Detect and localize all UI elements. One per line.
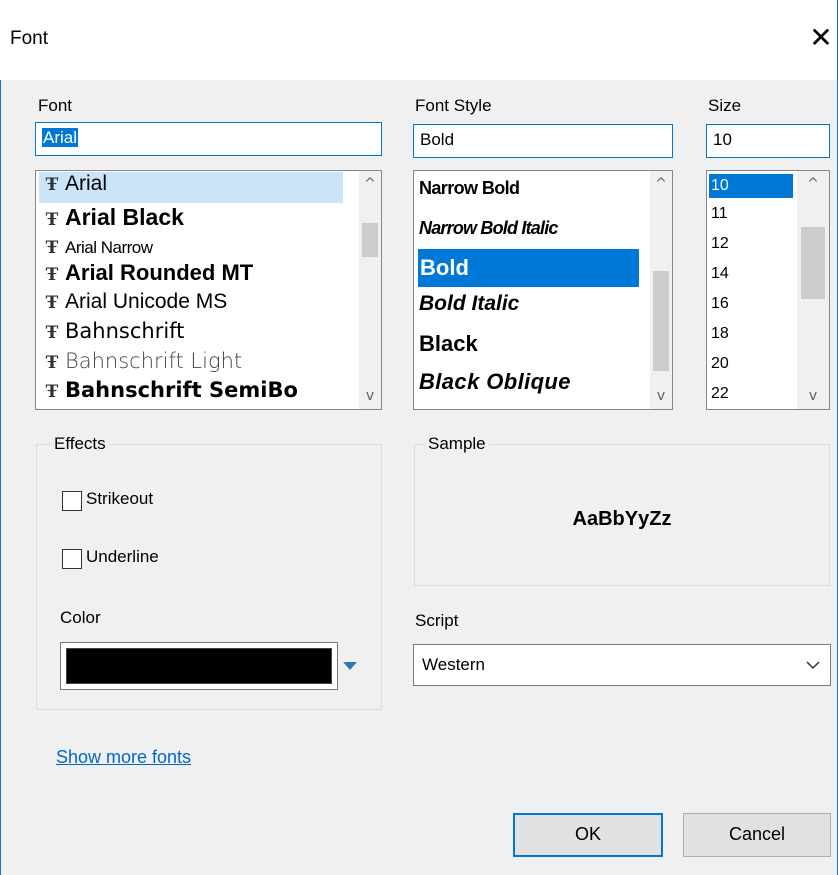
list-item[interactable]: Black	[419, 331, 478, 357]
close-icon[interactable]: ✕	[806, 20, 836, 56]
show-more-fonts-link[interactable]: Show more fonts	[56, 747, 191, 768]
list-item[interactable]: 22	[711, 385, 729, 403]
list-item[interactable]: Ŧ Arial Unicode MS	[39, 290, 228, 314]
font-type-icon: Ŧ	[45, 238, 59, 258]
window-border	[0, 80, 1, 875]
list-item[interactable]: 11	[711, 205, 728, 223]
list-item[interactable]: Ŧ Bahnschrift SemiBo	[39, 378, 298, 402]
size-label: Size	[708, 96, 742, 115]
script-select[interactable]: Western	[413, 644, 831, 686]
font-type-icon: Ŧ	[45, 265, 59, 285]
sample-label: Sample	[425, 434, 489, 454]
list-item[interactable]: 18	[711, 325, 729, 343]
scroll-thumb[interactable]	[653, 271, 669, 371]
chevron-up-icon[interactable]: ^	[650, 173, 672, 195]
chevron-up-icon[interactable]: ^	[359, 173, 381, 195]
scroll-thumb[interactable]	[362, 223, 378, 257]
font-type-icon: Ŧ	[45, 353, 59, 373]
list-item[interactable]: 16	[711, 295, 729, 313]
ok-button[interactable]: OK	[513, 813, 663, 857]
title-bar	[0, 0, 838, 80]
underline-label[interactable]: Underline	[86, 547, 159, 567]
chevron-down-icon[interactable]: v	[650, 385, 672, 407]
dropdown-arrow-icon	[343, 662, 357, 670]
list-item[interactable]: Ŧ Arial Black	[39, 204, 184, 231]
list-item[interactable]: Bold Italic	[419, 292, 519, 316]
sample-text: AaBbYyZz	[572, 508, 672, 530]
list-item[interactable]: Ŧ Arial Rounded MT	[39, 260, 254, 286]
font-list[interactable]: Ŧ Arial Ŧ Arial Black Ŧ Arial Narrow Ŧ Arial…	[35, 170, 382, 410]
list-item[interactable]: Ŧ Arial Narrow	[39, 238, 153, 258]
strikeout-checkbox[interactable]	[62, 491, 82, 511]
list-item-selected[interactable]: Bold	[418, 249, 639, 287]
chevron-down-icon[interactable]: v	[797, 385, 829, 407]
script-value: Western	[422, 655, 485, 674]
font-style-scrollbar[interactable]: ^ v	[650, 171, 672, 409]
list-item[interactable]: 12	[711, 235, 729, 253]
underline-checkbox[interactable]	[62, 549, 82, 569]
list-item[interactable]: Ŧ Bahnschrift Light	[39, 349, 242, 373]
size-list[interactable]: 10 11 12 14 16 18 20 22 ^ v	[706, 170, 830, 410]
font-type-icon: Ŧ	[45, 382, 59, 402]
list-item[interactable]: Narrow Bold	[419, 178, 520, 199]
strikeout-label[interactable]: Strikeout	[86, 489, 153, 509]
chevron-down-icon[interactable]: v	[359, 385, 381, 407]
list-item-selected[interactable]: 10	[709, 174, 793, 198]
font-style-input[interactable]: Bold	[413, 124, 673, 158]
script-label: Script	[415, 611, 459, 630]
color-picker[interactable]	[60, 642, 358, 690]
color-swatch	[66, 648, 332, 684]
list-item[interactable]: 20	[711, 355, 729, 373]
list-item[interactable]: Ŧ Bahnschrift	[39, 319, 185, 343]
color-picker-frame	[60, 642, 338, 690]
font-input-value: Arial	[42, 128, 79, 147]
scroll-thumb[interactable]	[801, 227, 825, 299]
effects-label: Effects	[51, 434, 109, 454]
list-item[interactable]: Ŧ Arial	[39, 172, 343, 203]
color-label: Color	[60, 608, 101, 627]
list-item[interactable]: Narrow Bold Italic	[419, 218, 558, 239]
font-type-icon: Ŧ	[45, 210, 59, 230]
font-style-label: Font Style	[415, 96, 492, 115]
font-type-icon: Ŧ	[45, 293, 59, 313]
cancel-button[interactable]: Cancel	[683, 813, 831, 857]
list-item[interactable]: Black Oblique	[419, 369, 571, 395]
font-input[interactable]: Arial	[35, 122, 382, 156]
font-list-scrollbar[interactable]: ^ v	[359, 171, 381, 409]
list-item[interactable]: 14	[711, 265, 729, 283]
size-input[interactable]: 10	[706, 124, 830, 158]
font-type-icon: Ŧ	[45, 323, 59, 343]
chevron-up-icon[interactable]: ^	[797, 173, 829, 195]
chevron-down-icon	[806, 661, 820, 670]
font-style-list[interactable]: Narrow Bold Narrow Bold Italic Bold Bold…	[413, 170, 673, 410]
font-type-icon: Ŧ	[45, 175, 59, 195]
size-scrollbar[interactable]: ^ v	[797, 171, 829, 409]
font-label: Font	[38, 96, 73, 115]
dialog-title: Font	[10, 28, 49, 49]
